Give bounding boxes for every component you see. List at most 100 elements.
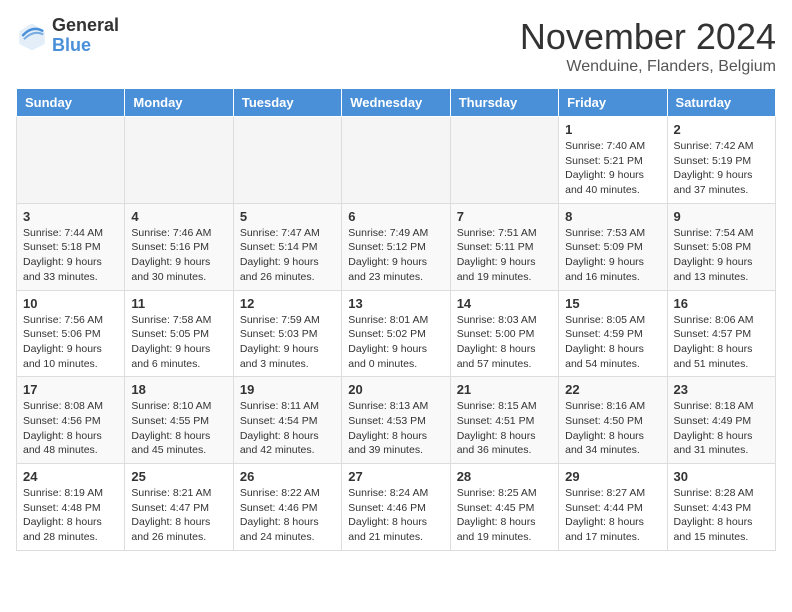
- day-number: 25: [131, 469, 226, 484]
- day-header-wednesday: Wednesday: [342, 89, 450, 117]
- day-info: Sunrise: 7:42 AM Sunset: 5:19 PM Dayligh…: [674, 139, 769, 198]
- day-info: Sunrise: 8:28 AM Sunset: 4:43 PM Dayligh…: [674, 486, 769, 545]
- day-number: 16: [674, 296, 769, 311]
- week-row-3: 10 Sunrise: 7:56 AM Sunset: 5:06 PM Dayli…: [17, 290, 776, 377]
- day-info: Sunrise: 8:25 AM Sunset: 4:45 PM Dayligh…: [457, 486, 552, 545]
- day-number: 1: [565, 122, 660, 137]
- calendar-cell: 11Sunrise: 7:58 AM Sunset: 5:05 PM Dayli…: [125, 290, 233, 377]
- calendar-cell: [450, 117, 558, 204]
- day-number: 4: [131, 209, 226, 224]
- day-number: 12: [240, 296, 335, 311]
- calendar-cell: 13Sunrise: 8:01 AM Sunset: 5:02 PM Dayli…: [342, 290, 450, 377]
- day-number: 26: [240, 469, 335, 484]
- calendar-cell: 2 Sunrise: 7:42 AM Sunset: 5:19 PM Daylig…: [667, 117, 775, 204]
- logo-text: General Blue: [52, 16, 119, 56]
- day-number: 10: [23, 296, 118, 311]
- calendar-cell: 16 Sunrise: 8:06 AM Sunset: 4:57 PM Dayli…: [667, 290, 775, 377]
- day-info: Sunrise: 7:59 AM Sunset: 5:03 PM Dayligh…: [240, 313, 335, 372]
- day-number: 22: [565, 382, 660, 397]
- calendar-cell: 6 Sunrise: 7:49 AM Sunset: 5:12 PM Daylig…: [342, 203, 450, 290]
- day-info: Sunrise: 8:10 AM Sunset: 4:55 PM Dayligh…: [131, 399, 226, 458]
- day-info: Sunrise: 7:56 AM Sunset: 5:06 PM Dayligh…: [23, 313, 118, 372]
- calendar-cell: [233, 117, 341, 204]
- day-number: 9: [674, 209, 769, 224]
- day-number: 21: [457, 382, 552, 397]
- logo: General Blue: [16, 16, 119, 56]
- logo-blue-text: Blue: [52, 36, 119, 56]
- day-info: Sunrise: 8:21 AM Sunset: 4:47 PM Dayligh…: [131, 486, 226, 545]
- day-info: Sunrise: 8:06 AM Sunset: 4:57 PM Dayligh…: [674, 313, 769, 372]
- calendar-cell: [17, 117, 125, 204]
- day-number: 6: [348, 209, 443, 224]
- calendar-cell: 15Sunrise: 8:05 AM Sunset: 4:59 PM Dayli…: [559, 290, 667, 377]
- calendar-cell: 28 Sunrise: 8:25 AM Sunset: 4:45 PM Dayli…: [450, 464, 558, 551]
- day-number: 17: [23, 382, 118, 397]
- day-info: Sunrise: 8:24 AM Sunset: 4:46 PM Dayligh…: [348, 486, 443, 545]
- calendar-cell: 26 Sunrise: 8:22 AM Sunset: 4:46 PM Dayli…: [233, 464, 341, 551]
- day-header-tuesday: Tuesday: [233, 89, 341, 117]
- calendar-cell: 18 Sunrise: 8:10 AM Sunset: 4:55 PM Dayli…: [125, 377, 233, 464]
- calendar-cell: 25 Sunrise: 8:21 AM Sunset: 4:47 PM Dayli…: [125, 464, 233, 551]
- calendar-cell: 30 Sunrise: 8:28 AM Sunset: 4:43 PM Dayli…: [667, 464, 775, 551]
- day-number: 24: [23, 469, 118, 484]
- calendar-cell: 4 Sunrise: 7:46 AM Sunset: 5:16 PM Daylig…: [125, 203, 233, 290]
- day-header-sunday: Sunday: [17, 89, 125, 117]
- logo-general-text: General: [52, 16, 119, 36]
- calendar-cell: 1Sunrise: 7:40 AM Sunset: 5:21 PM Daylig…: [559, 117, 667, 204]
- day-number: 18: [131, 382, 226, 397]
- logo-icon: [16, 20, 48, 52]
- day-info: Sunrise: 7:49 AM Sunset: 5:12 PM Dayligh…: [348, 226, 443, 285]
- calendar-cell: [342, 117, 450, 204]
- calendar-cell: 8 Sunrise: 7:53 AM Sunset: 5:09 PM Daylig…: [559, 203, 667, 290]
- day-number: 5: [240, 209, 335, 224]
- day-info: Sunrise: 7:46 AM Sunset: 5:16 PM Dayligh…: [131, 226, 226, 285]
- day-number: 23: [674, 382, 769, 397]
- day-info: Sunrise: 7:44 AM Sunset: 5:18 PM Dayligh…: [23, 226, 118, 285]
- week-row-2: 3Sunrise: 7:44 AM Sunset: 5:18 PM Daylig…: [17, 203, 776, 290]
- calendar-cell: 5 Sunrise: 7:47 AM Sunset: 5:14 PM Daylig…: [233, 203, 341, 290]
- day-number: 28: [457, 469, 552, 484]
- day-header-saturday: Saturday: [667, 89, 775, 117]
- day-number: 30: [674, 469, 769, 484]
- day-number: 20: [348, 382, 443, 397]
- header: General Blue November 2024 Wenduine, Fla…: [16, 16, 776, 76]
- day-number: 19: [240, 382, 335, 397]
- calendar-cell: 29 Sunrise: 8:27 AM Sunset: 4:44 PM Dayli…: [559, 464, 667, 551]
- calendar-cell: 19Sunrise: 8:11 AM Sunset: 4:54 PM Dayli…: [233, 377, 341, 464]
- calendar-cell: 10 Sunrise: 7:56 AM Sunset: 5:06 PM Dayli…: [17, 290, 125, 377]
- calendar-cell: 23 Sunrise: 8:18 AM Sunset: 4:49 PM Dayli…: [667, 377, 775, 464]
- day-info: Sunrise: 7:54 AM Sunset: 5:08 PM Dayligh…: [674, 226, 769, 285]
- month-title: November 2024: [520, 16, 776, 58]
- calendar-cell: 17 Sunrise: 8:08 AM Sunset: 4:56 PM Dayli…: [17, 377, 125, 464]
- day-number: 29: [565, 469, 660, 484]
- day-info: Sunrise: 8:27 AM Sunset: 4:44 PM Dayligh…: [565, 486, 660, 545]
- day-info: Sunrise: 8:18 AM Sunset: 4:49 PM Dayligh…: [674, 399, 769, 458]
- calendar-cell: [125, 117, 233, 204]
- day-info: Sunrise: 8:08 AM Sunset: 4:56 PM Dayligh…: [23, 399, 118, 458]
- day-header-monday: Monday: [125, 89, 233, 117]
- calendar-table: SundayMondayTuesdayWednesdayThursdayFrid…: [16, 88, 776, 551]
- day-info: Sunrise: 8:19 AM Sunset: 4:48 PM Dayligh…: [23, 486, 118, 545]
- calendar-cell: 3Sunrise: 7:44 AM Sunset: 5:18 PM Daylig…: [17, 203, 125, 290]
- location-title: Wenduine, Flanders, Belgium: [520, 58, 776, 76]
- calendar-cell: 9 Sunrise: 7:54 AM Sunset: 5:08 PM Daylig…: [667, 203, 775, 290]
- day-info: Sunrise: 8:13 AM Sunset: 4:53 PM Dayligh…: [348, 399, 443, 458]
- day-info: Sunrise: 8:01 AM Sunset: 5:02 PM Dayligh…: [348, 313, 443, 372]
- day-number: 11: [131, 296, 226, 311]
- week-row-1: 1Sunrise: 7:40 AM Sunset: 5:21 PM Daylig…: [17, 117, 776, 204]
- day-info: Sunrise: 7:47 AM Sunset: 5:14 PM Dayligh…: [240, 226, 335, 285]
- header-row: SundayMondayTuesdayWednesdayThursdayFrid…: [17, 89, 776, 117]
- calendar-cell: 22Sunrise: 8:16 AM Sunset: 4:50 PM Dayli…: [559, 377, 667, 464]
- calendar-cell: 12 Sunrise: 7:59 AM Sunset: 5:03 PM Dayli…: [233, 290, 341, 377]
- calendar-cell: 27 Sunrise: 8:24 AM Sunset: 4:46 PM Dayli…: [342, 464, 450, 551]
- day-info: Sunrise: 7:53 AM Sunset: 5:09 PM Dayligh…: [565, 226, 660, 285]
- day-info: Sunrise: 8:15 AM Sunset: 4:51 PM Dayligh…: [457, 399, 552, 458]
- day-info: Sunrise: 8:22 AM Sunset: 4:46 PM Dayligh…: [240, 486, 335, 545]
- calendar-cell: 24 Sunrise: 8:19 AM Sunset: 4:48 PM Dayli…: [17, 464, 125, 551]
- day-number: 8: [565, 209, 660, 224]
- day-number: 2: [674, 122, 769, 137]
- calendar-cell: 21 Sunrise: 8:15 AM Sunset: 4:51 PM Dayli…: [450, 377, 558, 464]
- day-number: 27: [348, 469, 443, 484]
- day-number: 14: [457, 296, 552, 311]
- day-info: Sunrise: 8:05 AM Sunset: 4:59 PM Dayligh…: [565, 313, 660, 372]
